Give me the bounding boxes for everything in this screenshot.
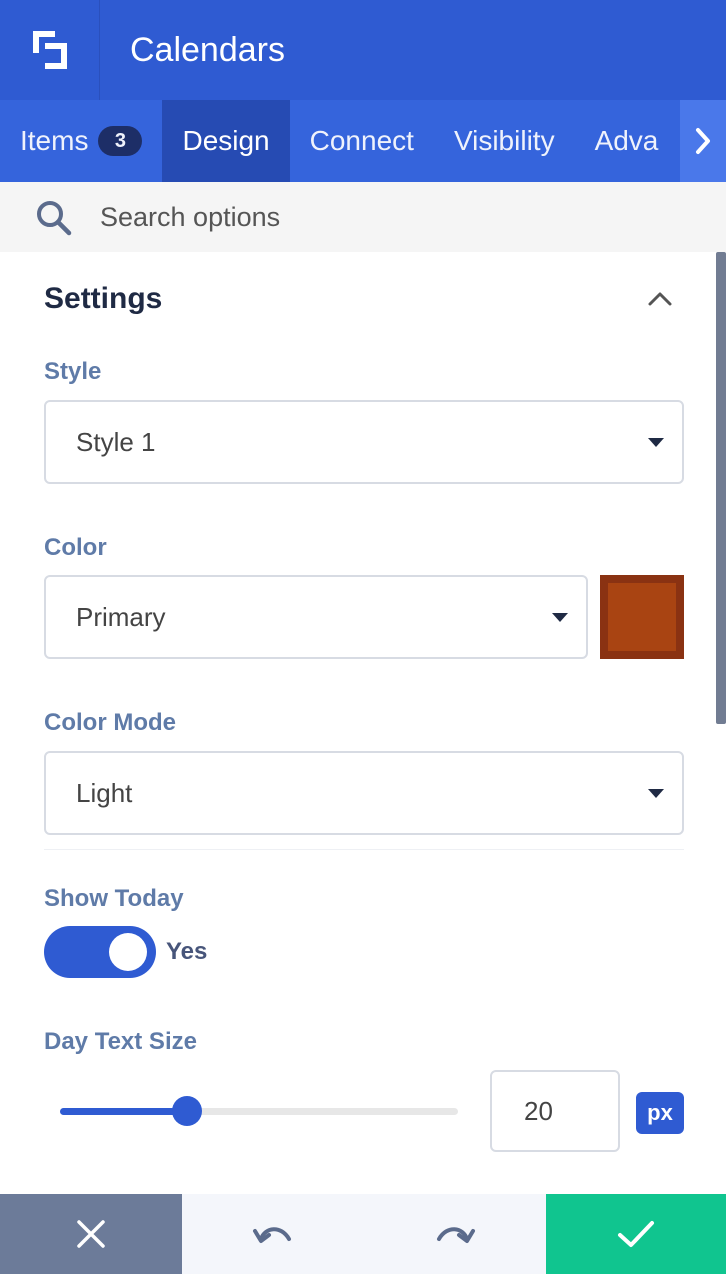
style-label: Style [44,358,102,385]
color-swatch-fill [608,583,676,651]
undo-button[interactable] [182,1194,364,1274]
day-text-size-slider-handle[interactable] [172,1096,203,1126]
app-header: Calendars [0,0,726,100]
show-today-state: Yes [166,938,208,965]
tab-items-label: Items [20,125,89,156]
panel-scrollbar[interactable] [716,252,726,724]
checkmark-icon [618,1221,654,1247]
tab-scroll-right-button[interactable] [680,100,726,182]
save-button[interactable] [546,1194,726,1274]
tab-design-label: Design [182,125,270,156]
color-select[interactable]: Primary [44,575,588,659]
close-icon [77,1220,105,1248]
tab-advanced[interactable]: Adva [575,100,679,182]
redo-button[interactable] [364,1194,546,1274]
search-icon [37,201,72,236]
tab-design[interactable]: Design [162,100,290,182]
tab-items[interactable]: Items 3 [0,100,162,182]
items-count-badge: 3 [98,126,143,156]
chevron-right-icon [696,128,710,154]
search-input[interactable] [100,194,700,240]
tab-visibility[interactable]: Visibility [434,100,575,182]
color-label: Color [44,534,107,561]
tab-bar: Items 3 Design Connect Visibility Adva [0,100,726,182]
tab-connect[interactable]: Connect [290,100,434,182]
show-today-toggle[interactable] [44,926,156,978]
toggle-knob [109,933,147,971]
caret-down-icon [648,789,664,798]
chevron-up-icon[interactable] [646,288,674,308]
day-text-size-value: 20 [524,1095,553,1126]
undo-icon [253,1227,291,1243]
color-mode-label: Color Mode [44,709,176,736]
divider [44,849,684,850]
unit-selector-button[interactable]: px [636,1092,684,1134]
tab-visibility-label: Visibility [453,125,555,156]
color-swatch[interactable] [600,575,684,659]
style-select-value: Style 1 [76,426,156,457]
cancel-button[interactable] [0,1194,182,1274]
redo-icon [437,1227,475,1243]
caret-down-icon [552,613,568,622]
day-text-size-slider-track[interactable] [60,1108,458,1115]
builder-logo-icon[interactable] [0,0,100,100]
options-panel: Settings Style Style 1 Color Primary Col… [0,252,726,1194]
style-select[interactable]: Style 1 [44,400,684,484]
show-today-label: Show Today [44,885,184,912]
action-footer [0,1194,726,1274]
color-select-value: Primary [76,601,166,632]
search-bar [0,182,726,252]
tab-connect-label: Connect [309,125,414,156]
color-mode-select[interactable]: Light [44,751,684,835]
day-text-size-input[interactable]: 20 [490,1070,620,1152]
color-mode-select-value: Light [76,777,133,808]
day-text-size-label: Day Text Size [44,1028,197,1055]
section-title: Settings [44,282,163,315]
caret-down-icon [648,438,664,447]
tab-advanced-label: Adva [594,125,659,156]
logo-glyph [32,31,67,69]
day-text-size-slider-fill [60,1108,188,1115]
app-title: Calendars [130,30,285,69]
